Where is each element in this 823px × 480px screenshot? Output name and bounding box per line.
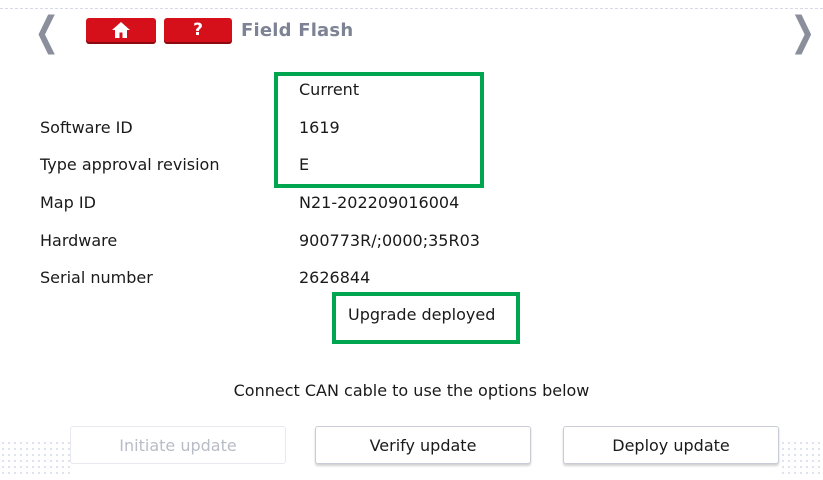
type-approval-label: Type approval revision (40, 155, 220, 174)
deploy-update-button[interactable]: Deploy update (563, 426, 779, 464)
hardware-label: Hardware (40, 231, 118, 250)
decorative-dots-left (0, 440, 70, 476)
hardware-value: 900773R/;0000;35R03 (299, 231, 480, 250)
chevron-right-icon[interactable]: ❯ (790, 12, 815, 52)
chevron-left-icon[interactable]: ❮ (34, 12, 59, 52)
serial-number-label: Serial number (40, 268, 153, 287)
map-id-value: N21-202209016004 (299, 193, 460, 212)
header-divider (0, 8, 823, 9)
home-icon (112, 22, 130, 38)
home-button[interactable] (86, 18, 156, 42)
type-approval-value: E (299, 155, 310, 174)
help-button[interactable]: ? (164, 18, 232, 42)
current-column-header: Current (299, 80, 360, 99)
page-title: Field Flash (241, 20, 354, 41)
can-cable-notice: Connect CAN cable to use the options bel… (233, 381, 590, 400)
software-id-value: 1619 (299, 118, 340, 137)
status-text: Upgrade deployed (348, 305, 496, 324)
initiate-update-button[interactable]: Initiate update (70, 426, 286, 464)
software-id-label: Software ID (40, 118, 133, 137)
verify-update-button[interactable]: Verify update (315, 426, 531, 464)
map-id-label: Map ID (40, 193, 96, 212)
decorative-dots-right (780, 440, 823, 476)
serial-number-value: 2626844 (299, 268, 371, 287)
